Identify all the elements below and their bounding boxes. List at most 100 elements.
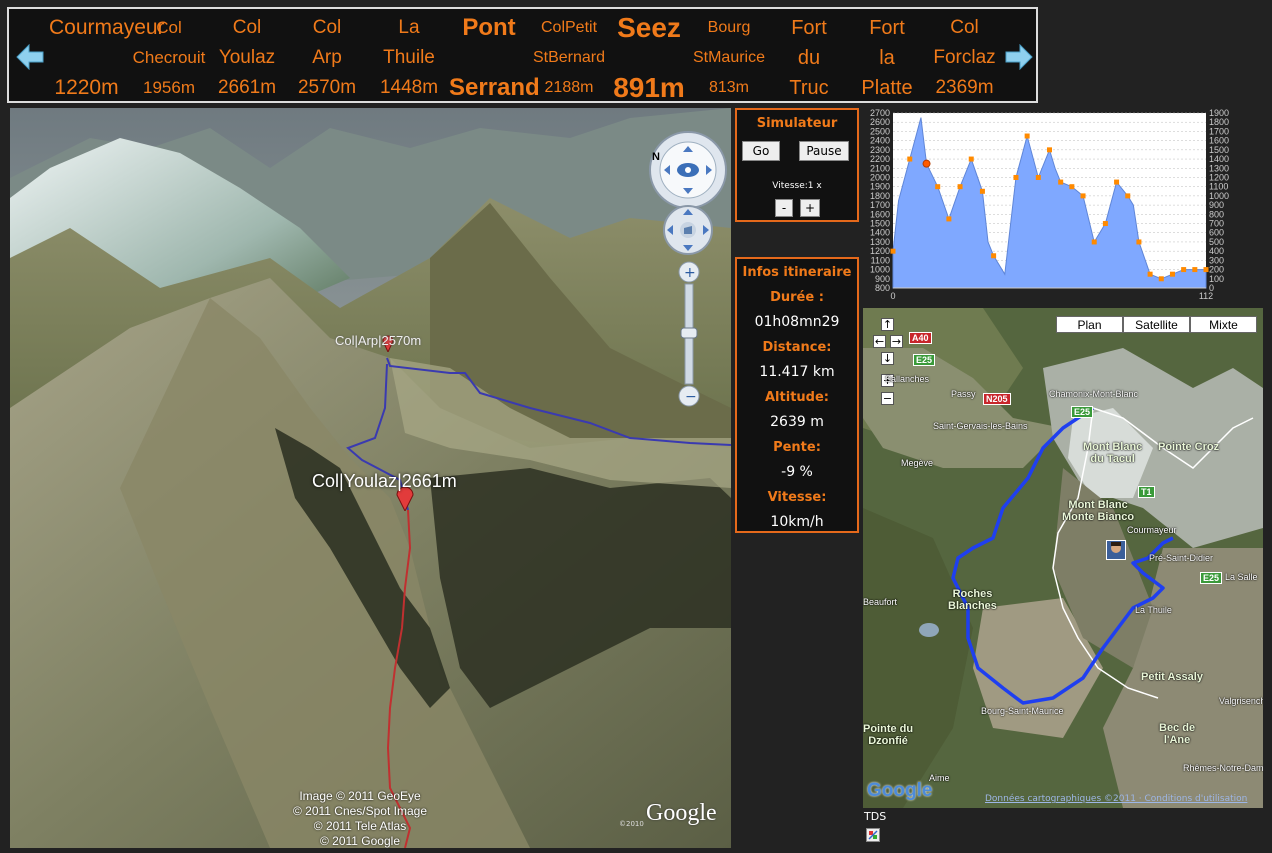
waypoint-8[interactable]: Bourg StMaurice 813m	[689, 13, 769, 103]
map-place-label: Chamonix-Mont-Blanc	[1049, 389, 1139, 399]
waypoint-line: Serrand	[449, 74, 540, 101]
waypoint-line: Fort	[869, 17, 905, 39]
elevation-marker	[1035, 174, 1041, 180]
go-button[interactable]: Go	[742, 141, 780, 161]
chart-y-tick-label: 1900	[870, 182, 890, 192]
pan-left-icon[interactable]: ←	[873, 335, 886, 348]
elevation-marker	[1169, 271, 1175, 277]
chart-y-tick-label: 2700	[870, 108, 890, 118]
chart-y-tick-label: 2500	[870, 126, 890, 136]
duration-value: 01h08mn29	[754, 314, 840, 330]
map-type-plan-button[interactable]: Plan	[1056, 316, 1123, 333]
chart-y2-tick-label: 900	[1209, 200, 1224, 210]
chart-y-tick-label: 2300	[870, 145, 890, 155]
map-type-mixte-button[interactable]: Mixte	[1190, 316, 1257, 333]
map-peak-label: Pointe Croz	[1158, 441, 1220, 453]
map-place-label: Megève	[901, 458, 934, 468]
chart-y2-tick-label: 1400	[1209, 154, 1229, 164]
zoom-slider[interactable]: + −	[678, 260, 700, 410]
waypoint-11[interactable]: Col Forclaz 2369m	[927, 13, 1002, 103]
waypoint-3[interactable]: Col Arp 2570m	[289, 13, 365, 103]
chart-y2-tick-label: 1500	[1209, 145, 1229, 155]
chart-y-tick-label: 1800	[870, 191, 890, 201]
arrow-right-icon[interactable]	[1005, 44, 1033, 70]
elevation-marker	[1192, 267, 1198, 273]
speed-label: Vitesse:1 x	[772, 181, 822, 191]
map-type-satellite-button[interactable]: Satellite	[1123, 316, 1190, 333]
map-2d-view[interactable]: Plan Satellite Mixte ↑ ← → ↓ + − Sallanc…	[863, 308, 1263, 808]
simulator-title: Simulateur	[756, 116, 838, 131]
waypoint-7[interactable]: Seez 891m	[609, 13, 689, 103]
map-place-label: La Thuile	[1135, 605, 1172, 615]
waypoint-6[interactable]: ColPetit StBernard 2188m	[529, 13, 609, 103]
tds-label: TDS	[864, 810, 887, 823]
earth-3d-view[interactable]: Col|Arp|2570m Col|Youlaz|2661m N + − Ima…	[10, 108, 731, 848]
svg-text:N: N	[652, 151, 660, 163]
elevation-marker	[1102, 221, 1108, 227]
waypoint-9[interactable]: Fort du Truc	[769, 13, 849, 103]
waypoint-line: StMaurice	[692, 49, 766, 66]
map-place-label: Passy	[951, 389, 976, 399]
waypoint-line: 1956m	[143, 78, 195, 97]
chart-y2-tick-label: 1100	[1209, 182, 1228, 192]
waypoint-4[interactable]: La Thuile 1448m	[369, 13, 449, 103]
slope-value: -9 %	[781, 464, 813, 480]
avatar[interactable]	[1106, 540, 1126, 560]
waypoint-line: Forclaz	[933, 47, 996, 68]
chart-y-tick-label: 2400	[870, 136, 890, 146]
look-around-control[interactable]: N	[648, 130, 728, 210]
chart-y-tick-label: 1200	[870, 246, 890, 256]
distance-label: Distance:	[762, 340, 832, 355]
elevation-profile-chart[interactable]: 8009001000110012001300140015001600170018…	[863, 108, 1239, 303]
elevation-marker	[890, 248, 896, 254]
elevation-marker	[1114, 179, 1120, 185]
elevation-marker	[1024, 133, 1030, 139]
waypoint-line	[49, 43, 124, 73]
waypoint-line: 2570m	[297, 77, 357, 98]
pan-down-icon[interactable]: ↓	[881, 352, 894, 365]
waypoint-2[interactable]: Col Youlaz 2661m	[207, 13, 287, 103]
chart-y2-tick-label: 1300	[1209, 163, 1229, 173]
chart-y2-tick-label: 500	[1209, 237, 1224, 247]
zoom-out-icon[interactable]: −	[881, 392, 894, 405]
waypoint-line: ColPetit	[540, 19, 598, 36]
speed-minus-button[interactable]: -	[775, 199, 793, 217]
waypoint-line: 891m	[613, 72, 685, 103]
waypoint-line: Col	[950, 17, 979, 38]
chart-y2-tick-label: 800	[1209, 209, 1224, 219]
waypoint-line: Col	[156, 18, 182, 37]
pan-right-icon[interactable]: →	[890, 335, 903, 348]
elevation-marker	[1069, 184, 1075, 190]
waypoint-line: Arp	[312, 47, 342, 68]
chart-y-tick-label: 1000	[870, 265, 890, 275]
map-terms-link[interactable]: Données cartographiques ©2011 · Conditio…	[985, 794, 1247, 804]
marker-label-col-arp: Col|Arp|2570m	[335, 333, 422, 348]
speed-plus-button[interactable]: +	[800, 199, 820, 217]
chart-y-tick-label: 800	[875, 283, 890, 293]
waypoint-line: Checrouit	[132, 48, 206, 67]
elevation-marker	[946, 216, 952, 222]
chart-y-tick-label: 2000	[870, 172, 890, 182]
waypoint-0[interactable]: Courmayeur 1220m	[49, 13, 165, 103]
waypoint-1[interactable]: Col Checrouit 1956m	[129, 13, 209, 103]
waypoint-5[interactable]: Pont Serrand	[449, 13, 540, 103]
marker-label-col-youlaz: Col|Youlaz|2661m	[312, 471, 457, 491]
waypoint-line: Truc	[789, 77, 829, 99]
waypoint-line: Pont	[462, 14, 516, 41]
waypoint-10[interactable]: Fort la Platte	[852, 13, 922, 103]
distance-value: 11.417 km	[759, 364, 835, 380]
pause-button[interactable]: Pause	[799, 141, 849, 161]
broken-image-icon	[866, 828, 880, 842]
road-badge: T1	[1138, 486, 1155, 498]
attribution-line: Image © 2011 GeoEye	[299, 789, 421, 803]
map-peak-label: Pointe du Dzonfié	[863, 723, 914, 747]
elevation-marker	[968, 156, 974, 162]
arrow-left-icon[interactable]	[16, 44, 44, 70]
waypoint-line: 813m	[708, 79, 750, 96]
pan-control[interactable]	[662, 204, 714, 256]
pan-up-icon[interactable]: ↑	[881, 318, 894, 331]
altitude-label: Altitude:	[765, 390, 829, 405]
chart-y2-tick-label: 100	[1209, 274, 1224, 284]
map-place-label: Rhêmes-Notre-Dam	[1183, 763, 1263, 773]
info-title: Infos itineraire	[742, 265, 852, 280]
